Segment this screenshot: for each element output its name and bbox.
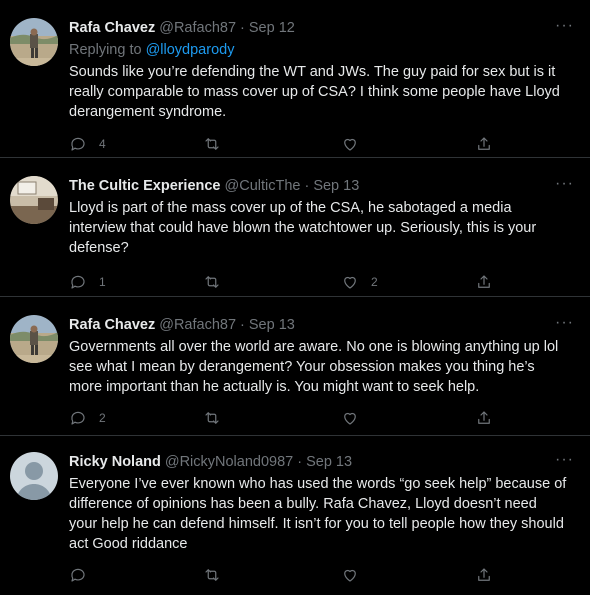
reply-button[interactable]: 1 [69, 273, 106, 291]
share-icon [478, 275, 490, 288]
like-button[interactable] [341, 135, 371, 153]
reply-button[interactable]: 2 [69, 409, 106, 427]
tweet-date[interactable]: Sep 13 [306, 452, 352, 472]
tweet[interactable]: Ricky Noland @RickyNoland0987 · Sep 13 ·… [0, 436, 590, 595]
share-icon [478, 568, 490, 581]
author-name[interactable]: Rafa Chavez [69, 315, 155, 335]
like-count: 2 [371, 275, 378, 289]
heart-icon [344, 569, 356, 582]
more-options-icon[interactable]: ··· [555, 315, 574, 331]
tweet[interactable]: Rafa Chavez @Rafach87 · Sep 13 ··· Gover… [0, 297, 590, 436]
retweet-icon [205, 569, 219, 581]
retweet-icon [205, 412, 219, 424]
author-name[interactable]: Ricky Noland [69, 452, 161, 472]
tweet-header: Rafa Chavez @Rafach87 · Sep 12 [69, 18, 570, 38]
more-options-icon[interactable]: ··· [555, 18, 574, 34]
author-name[interactable]: Rafa Chavez [69, 18, 155, 38]
share-icon [478, 137, 490, 150]
separator: · [240, 317, 245, 333]
tweet-date[interactable]: Sep 12 [249, 18, 295, 38]
retweet-button[interactable] [203, 273, 233, 291]
retweet-button[interactable] [203, 409, 233, 427]
author-handle[interactable]: @RickyNoland0987 [165, 452, 293, 472]
avatar-photo-room [10, 176, 58, 224]
tweet-actions: 1 2 [69, 273, 539, 293]
separator: · [240, 20, 245, 36]
tweet-header: Ricky Noland @RickyNoland0987 · Sep 13 [69, 452, 570, 472]
tweet-date[interactable]: Sep 13 [313, 176, 359, 196]
share-button[interactable] [475, 409, 493, 427]
tweet-text: Everyone I’ve ever known who has used th… [69, 476, 567, 552]
author-handle[interactable]: @Rafach87 [159, 18, 236, 38]
tweet-text: Sounds like you’re defending the WT and … [69, 64, 560, 120]
avatar-photo-landscape [10, 18, 58, 66]
share-button[interactable] [475, 566, 493, 584]
reply-count: 2 [99, 411, 106, 425]
retweet-button[interactable] [203, 566, 233, 584]
tweet[interactable]: The Cultic Experience @CulticThe · Sep 1… [0, 158, 590, 297]
default-avatar-icon [10, 452, 58, 500]
heart-icon [344, 276, 356, 289]
share-icon [478, 411, 490, 424]
reply-icon [71, 137, 85, 151]
reply-button[interactable] [69, 566, 99, 584]
like-button[interactable] [341, 409, 371, 427]
conversation-thread: Rafa Chavez @Rafach87 · Sep 12 ··· Reply… [0, 0, 590, 595]
reply-icon [71, 411, 85, 425]
like-button[interactable] [341, 566, 371, 584]
avatar[interactable] [10, 18, 58, 66]
tweet-header: Rafa Chavez @Rafach87 · Sep 13 [69, 315, 570, 335]
retweet-button[interactable] [203, 135, 233, 153]
more-options-icon[interactable]: ··· [555, 452, 574, 468]
retweet-icon [205, 276, 219, 288]
reply-count: 1 [99, 275, 106, 289]
separator: · [304, 178, 310, 194]
avatar-photo-landscape [10, 315, 58, 363]
author-handle[interactable]: @CulticThe [225, 176, 301, 196]
author-name[interactable]: The Cultic Experience [69, 176, 221, 196]
share-button[interactable] [475, 273, 493, 291]
tweet-text: Lloyd is part of the mass cover up of th… [69, 200, 537, 256]
tweet-date[interactable]: Sep 13 [249, 315, 295, 335]
replying-to: Replying to @lloydparody [69, 40, 570, 60]
heart-icon [344, 138, 356, 151]
separator: · [297, 454, 303, 470]
tweet[interactable]: Rafa Chavez @Rafach87 · Sep 12 ··· Reply… [0, 0, 590, 158]
tweet-actions: 2 [69, 409, 539, 429]
author-handle[interactable]: @Rafach87 [159, 315, 236, 335]
more-options-icon[interactable]: ··· [555, 176, 574, 192]
reply-button[interactable]: 4 [69, 135, 106, 153]
heart-icon [344, 412, 356, 425]
tweet-actions [69, 566, 539, 586]
mention-link[interactable]: @lloydparody [146, 42, 235, 58]
share-button[interactable] [475, 135, 493, 153]
tweet-actions: 4 [69, 135, 539, 155]
reply-icon [71, 568, 85, 582]
retweet-icon [205, 138, 219, 150]
like-button[interactable]: 2 [341, 273, 378, 291]
avatar[interactable] [10, 176, 58, 224]
tweet-header: The Cultic Experience @CulticThe · Sep 1… [69, 176, 570, 196]
avatar[interactable] [10, 315, 58, 363]
replying-to-label: Replying to [69, 42, 142, 58]
reply-count: 4 [99, 137, 106, 151]
tweet-text: Governments all over the world are aware… [69, 339, 559, 395]
avatar[interactable] [10, 452, 58, 500]
reply-icon [71, 275, 85, 289]
